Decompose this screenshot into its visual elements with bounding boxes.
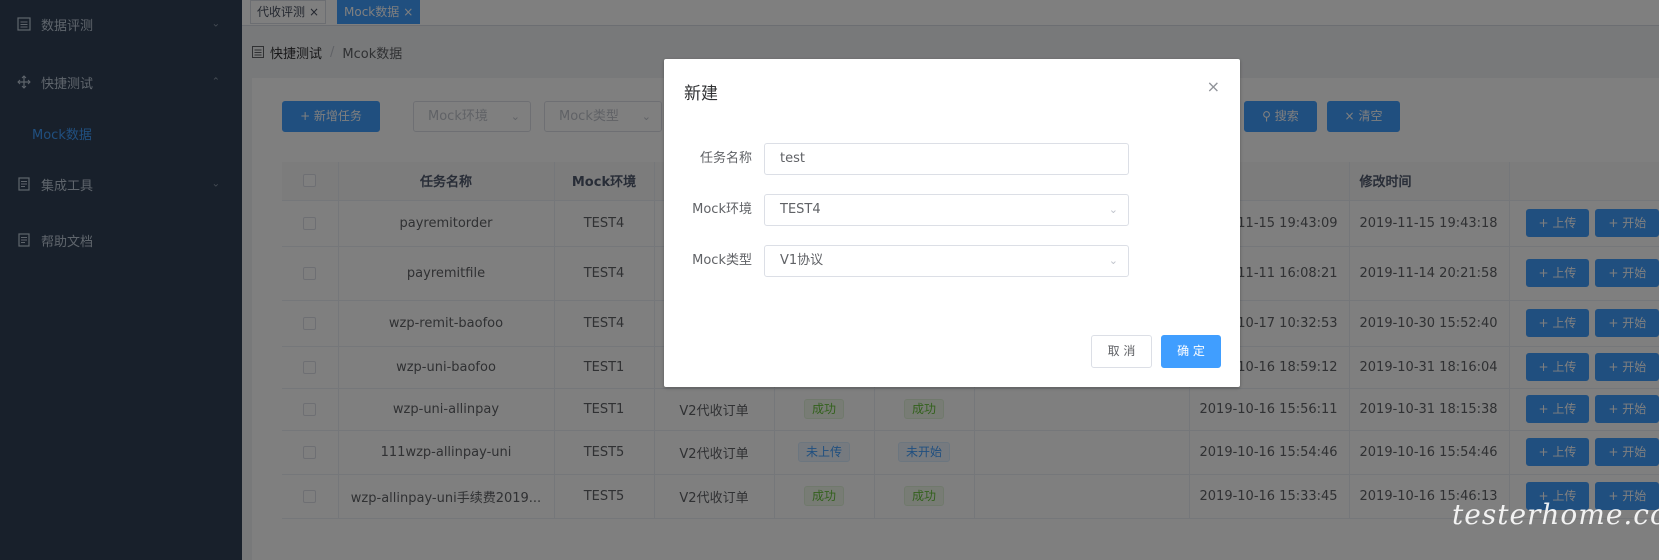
mock-type-value: V1协议 [780, 253, 824, 268]
mock-type-label: Mock类型 [692, 253, 752, 268]
form-row-mock-env: Mock环境 TEST4 ⌄ [664, 194, 1240, 226]
chevron-down-icon: ⌄ [1108, 203, 1118, 216]
new-task-dialog: 新建 × 任务名称 test Mock环境 TEST4 ⌄ Mock类型 V1协… [664, 59, 1240, 387]
watermark: testerhome.com [1452, 498, 1659, 531]
task-name-label: 任务名称 [699, 151, 752, 166]
task-name-input[interactable]: test [764, 143, 1129, 175]
confirm-button[interactable]: 确 定 [1161, 335, 1221, 368]
mock-type-dropdown[interactable]: V1协议 ⌄ [764, 245, 1129, 277]
mock-env-value: TEST4 [780, 202, 821, 217]
chevron-down-icon: ⌄ [1108, 254, 1118, 267]
mock-env-dropdown[interactable]: TEST4 ⌄ [764, 194, 1129, 226]
close-icon[interactable]: × [1207, 77, 1220, 96]
dialog-title: 新建 [684, 84, 718, 104]
cancel-button[interactable]: 取 消 [1091, 335, 1152, 368]
form-row-mock-type: Mock类型 V1协议 ⌄ [664, 245, 1240, 277]
form-row-task-name: 任务名称 test [664, 143, 1240, 175]
mock-env-label: Mock环境 [692, 202, 752, 217]
